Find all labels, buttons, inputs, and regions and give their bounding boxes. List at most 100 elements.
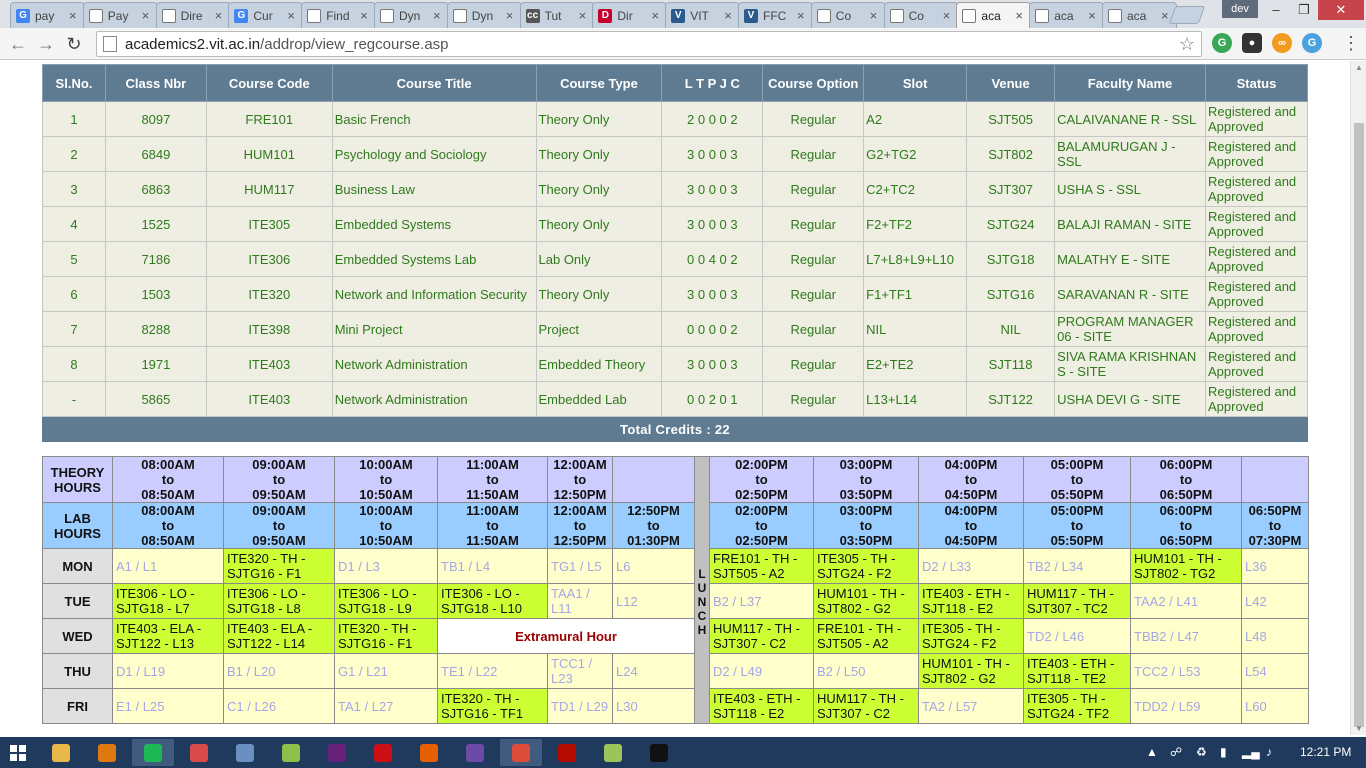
taskbar-app[interactable] <box>454 739 496 766</box>
close-tab-icon[interactable]: × <box>360 8 370 23</box>
browser-tab[interactable]: aca × <box>956 2 1032 28</box>
back-icon[interactable]: ← <box>8 34 28 54</box>
table-cell: Regular <box>762 136 865 172</box>
browser-tab[interactable]: aca × <box>1102 2 1177 28</box>
column-header[interactable]: Class Nbr <box>104 64 207 102</box>
taskbar-app[interactable] <box>546 739 588 766</box>
close-tab-icon[interactable]: × <box>1088 8 1098 23</box>
extension-infinity-icon[interactable]: ∞ <box>1272 33 1292 53</box>
taskbar-app[interactable] <box>86 739 128 766</box>
page-scrollbar[interactable]: ▲ ▼ <box>1350 61 1366 735</box>
table-cell: SJT505 <box>966 101 1056 137</box>
column-header[interactable]: Sl.No. <box>42 64 106 102</box>
timetable-free-slot: D1 / L3 <box>334 548 438 584</box>
column-header[interactable]: Course Option <box>762 64 865 102</box>
table-cell: HUM117 <box>205 171 333 207</box>
tray-up-arrow-icon[interactable]: ▲ <box>1146 745 1158 759</box>
browser-tab[interactable]: G Cur × <box>228 2 304 28</box>
tray-network-icon[interactable]: ☍ <box>1170 745 1182 759</box>
time-slot-header: 12:00AM to 12:50PM <box>547 456 613 503</box>
column-header[interactable]: Status <box>1204 64 1309 102</box>
tray-volume-icon[interactable]: ♪ <box>1266 745 1272 759</box>
extension-g-icon[interactable]: G <box>1302 33 1322 53</box>
close-tab-icon[interactable]: × <box>797 8 807 23</box>
browser-tab[interactable]: Gpay × <box>10 2 85 28</box>
tray-signal-icon[interactable]: ▂▄ <box>1242 745 1260 759</box>
browser-tab[interactable]: Dyn × <box>374 2 449 28</box>
taskbar-app[interactable] <box>178 739 220 766</box>
close-tab-icon[interactable]: × <box>69 8 79 23</box>
scroll-up-icon[interactable]: ▲ <box>1354 63 1364 72</box>
close-tab-icon[interactable]: × <box>142 8 152 23</box>
close-tab-icon[interactable]: × <box>287 8 297 23</box>
column-header[interactable]: Slot <box>863 64 968 102</box>
opera-icon <box>374 743 392 762</box>
table-cell: 0 0 2 0 1 <box>661 381 764 417</box>
restore-icon[interactable]: ❐ <box>1290 0 1318 20</box>
tray-battery-icon[interactable]: ▮ <box>1220 745 1227 759</box>
extramural-cell: Extramural Hour <box>437 618 695 654</box>
time-text: 11:00AM <box>466 457 519 472</box>
taskbar-app[interactable] <box>592 739 634 766</box>
close-tab-icon[interactable]: × <box>1015 8 1025 23</box>
scroll-down-icon[interactable]: ▼ <box>1354 724 1364 733</box>
reload-icon[interactable]: ↻ <box>64 34 84 54</box>
taskbar-app[interactable] <box>224 739 266 766</box>
browser-tab[interactable]: Co × <box>883 2 959 28</box>
close-tab-icon[interactable]: × <box>943 8 953 23</box>
scrollbar-thumb[interactable] <box>1354 123 1364 727</box>
time-text: 06:50PM <box>1159 487 1213 502</box>
browser-tab[interactable]: V FFC × <box>738 2 813 28</box>
column-header[interactable]: Venue <box>966 64 1056 102</box>
timetable-free-slot: B1 / L20 <box>223 653 335 689</box>
taskbar-app[interactable] <box>408 739 450 766</box>
table-cell: Theory Only <box>535 101 663 137</box>
browser-tab[interactable]: D Dir × <box>592 2 668 28</box>
tray-sync-icon[interactable]: ♻ <box>1196 745 1207 759</box>
browser-tab[interactable]: V VIT × <box>665 2 741 28</box>
time-text: to <box>1268 518 1282 533</box>
browser-tab[interactable]: cc Tut × <box>519 2 595 28</box>
minimize-icon[interactable]: – <box>1262 0 1290 20</box>
url-text[interactable]: academics2.vit.ac.in/addrop/view_regcour… <box>125 36 449 53</box>
timetable-free-slot: L6 <box>612 548 695 584</box>
close-tab-icon[interactable]: × <box>651 8 661 23</box>
taskbar-clock[interactable]: 12:21 PM <box>1300 745 1351 759</box>
browser-tab[interactable]: Find × <box>301 2 377 28</box>
profile-badge[interactable]: dev <box>1222 0 1258 18</box>
browser-tab[interactable]: Dire × <box>155 2 231 28</box>
taskbar-app[interactable] <box>40 739 82 766</box>
bookmark-star-icon[interactable]: ☆ <box>1179 34 1195 55</box>
taskbar-app[interactable] <box>362 739 404 766</box>
extension-grammarly-icon[interactable]: G <box>1212 33 1232 53</box>
timetable-free-slot: L54 <box>1241 653 1309 689</box>
start-button[interactable] <box>0 739 36 766</box>
forward-icon[interactable]: → <box>36 34 56 54</box>
browser-tab[interactable]: Pay × <box>82 2 158 28</box>
close-window-icon[interactable]: ✕ <box>1318 0 1364 20</box>
address-bar[interactable]: academics2.vit.ac.in/addrop/view_regcour… <box>96 31 1202 57</box>
close-tab-icon[interactable]: × <box>433 8 443 23</box>
taskbar-app[interactable] <box>270 739 312 766</box>
taskbar-app[interactable] <box>132 739 174 766</box>
browser-menu-icon[interactable]: ⋮ <box>1342 32 1360 54</box>
close-tab-icon[interactable]: × <box>579 8 589 23</box>
column-header[interactable]: L T P J C <box>661 64 764 102</box>
extension-spy-icon[interactable]: ● <box>1242 33 1262 53</box>
column-header[interactable]: Faculty Name <box>1054 64 1206 102</box>
close-tab-icon[interactable]: × <box>870 8 880 23</box>
close-tab-icon[interactable]: × <box>215 8 225 23</box>
taskbar-app[interactable] <box>638 739 680 766</box>
browser-tab[interactable]: Co × <box>810 2 886 28</box>
browser-tab[interactable]: Dyn × <box>446 2 522 28</box>
taskbar-app[interactable] <box>500 739 542 766</box>
table-cell: Registered and Approved <box>1204 346 1309 382</box>
taskbar-app[interactable] <box>316 739 358 766</box>
column-header[interactable]: Course Type <box>535 64 663 102</box>
close-tab-icon[interactable]: × <box>724 8 734 23</box>
browser-tab[interactable]: aca × <box>1029 2 1105 28</box>
time-text: 06:00PM <box>1159 503 1213 518</box>
column-header[interactable]: Course Title <box>331 64 537 102</box>
column-header[interactable]: Course Code <box>205 64 333 102</box>
close-tab-icon[interactable]: × <box>506 8 516 23</box>
